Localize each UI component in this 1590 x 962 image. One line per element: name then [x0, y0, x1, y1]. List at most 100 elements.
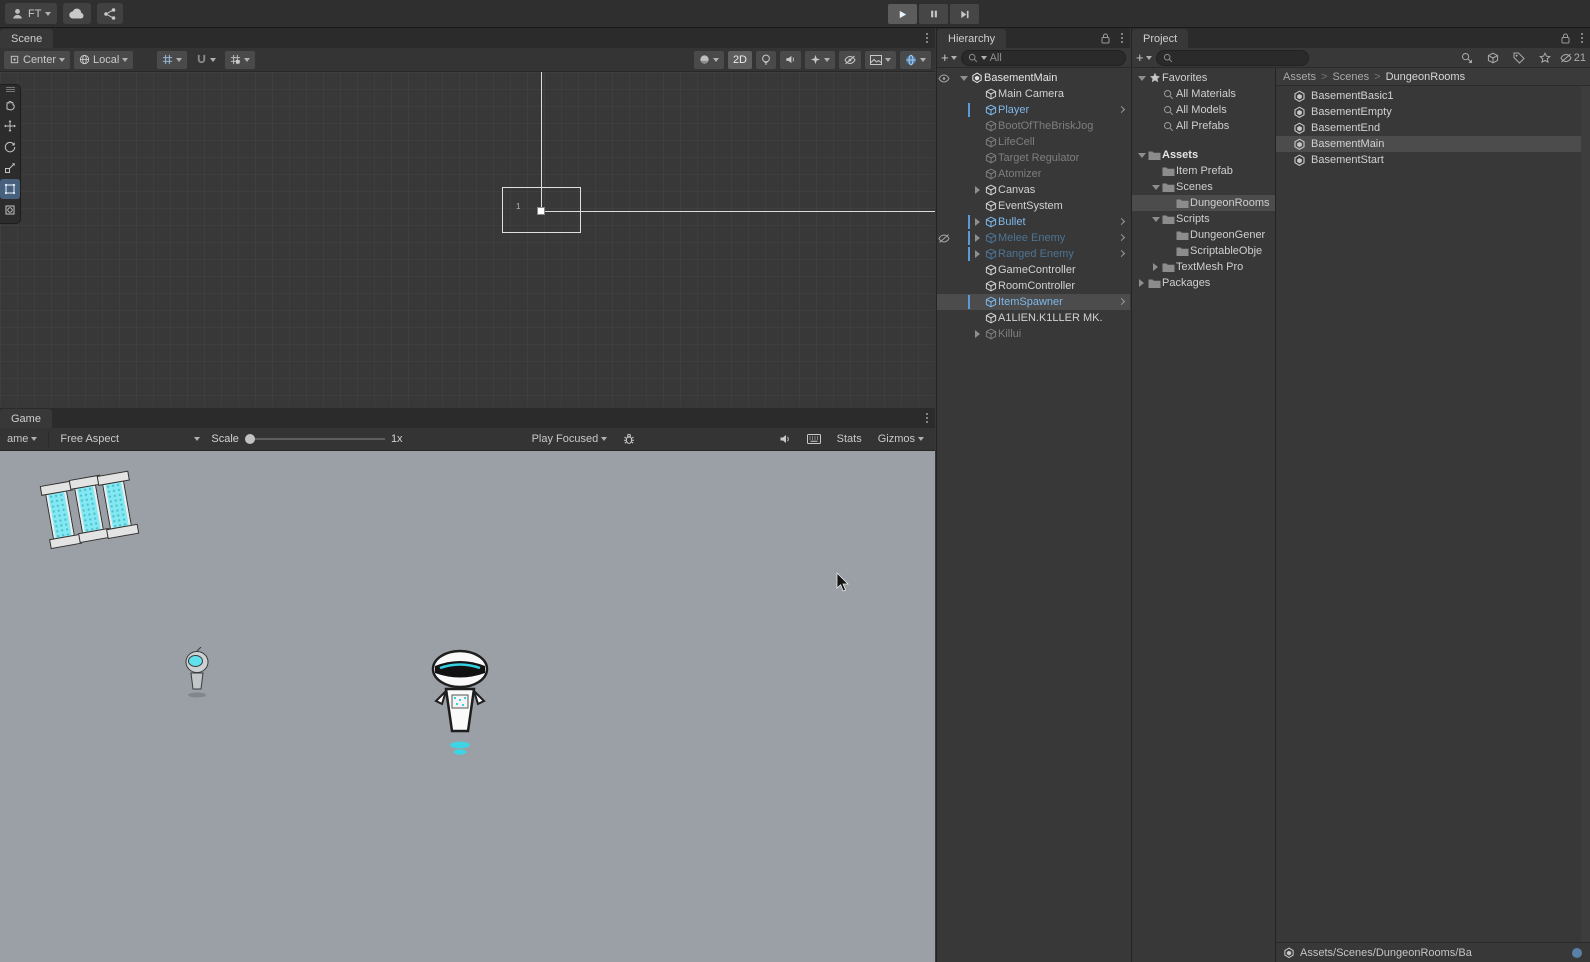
transform-tool-button[interactable] — [0, 200, 20, 220]
expander-icon[interactable] — [972, 218, 983, 226]
visibility-gutter[interactable] — [937, 246, 950, 262]
tab-project[interactable]: Project — [1132, 29, 1189, 48]
effects-dropdown[interactable] — [805, 50, 835, 69]
visibility-gutter[interactable] — [937, 118, 950, 134]
prefab-open-chevron-icon[interactable] — [1117, 105, 1126, 114]
scene-audio-toggle[interactable] — [780, 50, 801, 69]
overlay-drag-handle[interactable] — [0, 85, 20, 94]
play-focus-dropdown[interactable]: Play Focused — [527, 430, 613, 448]
panel-menu-icon[interactable] — [924, 31, 930, 45]
stats-toggle[interactable]: Stats — [832, 430, 867, 448]
project-tree-item[interactable]: All Materials — [1132, 86, 1275, 102]
visibility-gutter[interactable] — [937, 310, 950, 326]
cloud-button[interactable] — [63, 3, 92, 24]
prefab-open-chevron-icon[interactable] — [1117, 233, 1126, 242]
rotate-tool-button[interactable] — [0, 137, 20, 157]
snap-increment-dropdown[interactable] — [191, 51, 221, 69]
game-viewport[interactable] — [0, 451, 935, 962]
visibility-gutter[interactable] — [937, 134, 950, 150]
hierarchy-search-input[interactable]: All — [960, 49, 1126, 66]
scrollbar[interactable] — [1581, 86, 1590, 942]
project-tree-item[interactable]: DungeonRooms — [1132, 195, 1275, 211]
hierarchy-item[interactable]: Bullet — [937, 214, 1130, 230]
hierarchy-item[interactable]: GameController — [937, 262, 1130, 278]
play-button[interactable] — [888, 4, 917, 24]
project-tree-item[interactable]: Scenes — [1132, 179, 1275, 195]
hierarchy-item[interactable]: Canvas — [937, 182, 1130, 198]
hierarchy-item[interactable]: RoomController — [937, 278, 1130, 294]
breadcrumb-segment[interactable]: DungeonRooms — [1386, 71, 1466, 83]
visibility-gutter[interactable] — [937, 166, 950, 182]
visibility-gutter[interactable] — [937, 262, 950, 278]
visibility-gutter[interactable] — [937, 86, 950, 102]
mute-audio-toggle[interactable] — [774, 430, 796, 448]
expander-icon[interactable] — [1150, 184, 1161, 190]
aspect-ratio-dropdown[interactable]: Free Aspect — [55, 430, 205, 448]
visibility-gutter[interactable] — [937, 198, 950, 214]
project-search-input[interactable] — [1155, 49, 1309, 66]
lock-icon[interactable] — [1561, 33, 1570, 44]
mode-2d-toggle[interactable]: 2D — [727, 50, 752, 69]
project-tree-item[interactable]: Packages — [1132, 275, 1275, 291]
move-tool-button[interactable] — [0, 116, 20, 136]
project-file-item[interactable]: BasementBasic1 — [1276, 88, 1590, 104]
prefab-open-chevron-icon[interactable] — [1117, 249, 1126, 258]
visibility-gutter[interactable] — [937, 150, 950, 166]
filter-by-label-icon[interactable] — [1508, 49, 1530, 67]
lock-icon[interactable] — [1101, 33, 1110, 44]
visibility-gutter[interactable] — [937, 294, 950, 310]
display-dropdown[interactable]: ame — [2, 430, 42, 448]
project-file-item[interactable]: BasementMain — [1276, 136, 1590, 152]
expander-icon[interactable] — [1150, 216, 1161, 222]
expander-icon[interactable] — [972, 186, 983, 194]
hierarchy-item[interactable]: LifeCell — [937, 134, 1130, 150]
scale-slider-handle[interactable] — [244, 434, 255, 444]
project-tree-item[interactable]: Assets — [1132, 147, 1275, 163]
expander-icon[interactable] — [1136, 152, 1147, 158]
scene-viewport[interactable]: 1 — [0, 72, 935, 407]
hierarchy-item[interactable]: BootOfTheBriskJog — [937, 118, 1130, 134]
hierarchy-item[interactable]: A1LIEN.K1LLER MK. — [937, 310, 1130, 326]
breadcrumb-segment[interactable]: Scenes — [1332, 71, 1369, 83]
hierarchy-item[interactable]: Melee Enemy — [937, 230, 1130, 246]
save-search-star-icon[interactable] — [1534, 49, 1556, 67]
panel-menu-icon[interactable] — [924, 411, 930, 425]
pivot-mode-dropdown[interactable]: Center — [4, 50, 71, 69]
prefab-open-chevron-icon[interactable] — [1117, 217, 1126, 226]
expander-icon[interactable] — [972, 234, 983, 242]
gizmos-dropdown[interactable] — [900, 50, 931, 69]
prefab-open-chevron-icon[interactable] — [1117, 297, 1126, 306]
project-file-item[interactable]: BasementEmpty — [1276, 104, 1590, 120]
tab-hierarchy[interactable]: Hierarchy — [937, 29, 1007, 48]
project-tree-item[interactable]: ScriptableObje — [1132, 243, 1275, 259]
hierarchy-item[interactable]: Killui — [937, 326, 1130, 342]
hierarchy-item[interactable]: BasementMain — [937, 70, 1130, 86]
shading-mode-dropdown[interactable] — [693, 50, 724, 69]
project-tree-item[interactable]: All Prefabs — [1132, 118, 1275, 134]
hierarchy-item[interactable]: Target Regulator — [937, 150, 1130, 166]
scale-tool-button[interactable] — [0, 158, 20, 178]
hierarchy-item[interactable]: Main Camera — [937, 86, 1130, 102]
add-asset-button[interactable]: + — [1136, 51, 1152, 64]
hierarchy-item[interactable]: Player — [937, 102, 1130, 118]
project-file-item[interactable]: BasementStart — [1276, 152, 1590, 168]
scene-lighting-toggle[interactable] — [756, 50, 776, 69]
expander-icon[interactable] — [1136, 75, 1147, 81]
open-in-search-icon[interactable] — [1456, 49, 1478, 67]
hierarchy-item[interactable]: ItemSpawner — [937, 294, 1130, 310]
project-tree-item[interactable]: All Models — [1132, 102, 1275, 118]
project-tree-item[interactable]: Item Prefab — [1132, 163, 1275, 179]
hierarchy-item[interactable]: Atomizer — [937, 166, 1130, 182]
project-tree-item[interactable]: TextMesh Pro — [1132, 259, 1275, 275]
debug-bug-icon[interactable] — [618, 430, 640, 448]
step-button[interactable] — [950, 4, 979, 24]
visibility-gutter[interactable] — [937, 182, 950, 198]
visibility-icon[interactable] — [937, 70, 950, 86]
visibility-gutter[interactable] — [937, 214, 950, 230]
hidden-packages-count[interactable]: 21 — [1560, 52, 1586, 64]
expander-icon[interactable] — [958, 75, 969, 81]
filter-by-type-icon[interactable] — [1482, 49, 1504, 67]
tab-scene[interactable]: Scene — [0, 29, 54, 48]
rect-tool-button[interactable] — [0, 179, 20, 199]
grid-snap-dropdown[interactable] — [225, 50, 256, 69]
